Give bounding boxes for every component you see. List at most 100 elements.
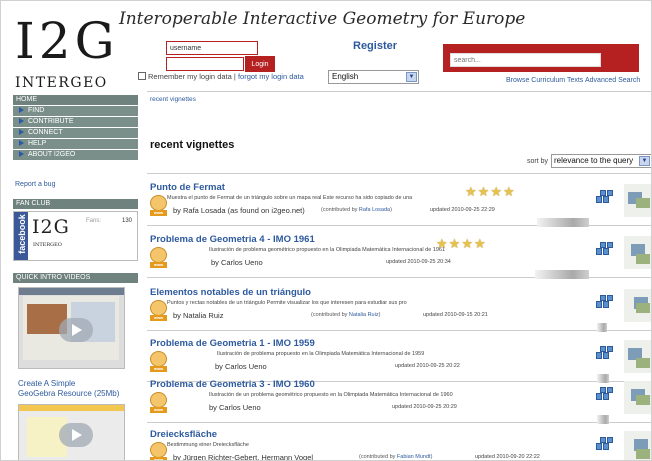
contributor-link[interactable]: Rafa Losada: [359, 207, 390, 213]
remember-label[interactable]: Remember my login data: [148, 72, 232, 81]
resource-thumbnail[interactable]: [624, 289, 651, 322]
resource-thumbnail[interactable]: [624, 431, 651, 460]
quality-bar: [597, 323, 607, 332]
username-input[interactable]: [166, 41, 258, 55]
updated-date: 2010-09-15 20:21: [444, 312, 488, 318]
cluster-block: [596, 196, 602, 203]
nav-item[interactable]: CONNECT: [13, 128, 138, 138]
nav-item[interactable]: HOME: [13, 95, 138, 105]
contributed-label: (contributed by: [311, 312, 348, 318]
resource-thumbnail[interactable]: [624, 184, 651, 217]
play-icon[interactable]: [59, 423, 93, 447]
updated-label: updated: [475, 454, 495, 460]
cluster-block: [596, 393, 602, 400]
star-icon[interactable]: ★: [503, 184, 516, 199]
site-logo[interactable]: I2G: [15, 11, 119, 71]
cluster-block: [607, 190, 613, 196]
www-label: www: [150, 407, 167, 413]
report-bug-link[interactable]: Report a bug: [15, 181, 55, 188]
result-updated: updated 2010-09-20 22:22: [475, 454, 540, 460]
quality-bar: [535, 270, 589, 279]
star-icon[interactable]: ★: [474, 236, 487, 251]
cluster-block: [603, 301, 609, 308]
language-select[interactable]: English ▼: [328, 70, 419, 84]
cluster-block: [600, 190, 606, 196]
cluster-block: [603, 393, 609, 400]
cluster-blocks-icon[interactable]: [596, 346, 614, 360]
thumbnail-shape: [636, 254, 650, 264]
breadcrumb[interactable]: recent vignettes: [150, 96, 196, 103]
fan-club-box[interactable]: facebook I2G INTERGEO Fans: 130: [13, 211, 138, 261]
star-icon[interactable]: ★: [436, 236, 449, 251]
result-author: by Rafa Losada (as found on i2geo.net): [173, 206, 305, 215]
contributed-close: ): [390, 207, 392, 213]
result-title-link[interactable]: Problema de Geometria 3 - IMO 1960: [150, 379, 315, 390]
play-icon[interactable]: [59, 318, 93, 342]
thumbnail-shape: [636, 358, 650, 368]
video-caption-link[interactable]: Create A Simple GeoGebra Resource (25Mb): [18, 379, 119, 399]
result-title-link[interactable]: Problema de Geometria 1 - IMO 1959: [150, 338, 315, 349]
browse-curriculum-link[interactable]: Browse Curriculum Texts: [506, 77, 583, 84]
star-rating[interactable]: ★★★★: [465, 184, 516, 200]
result-updated: updated 2010-09-25 20:29: [392, 404, 457, 410]
cluster-block: [603, 352, 609, 359]
advanced-search-link[interactable]: Advanced Search: [585, 77, 640, 84]
intro-video-thumbnail[interactable]: [18, 287, 125, 369]
result-author: by Carlos Ueno: [215, 362, 267, 371]
cluster-blocks-icon[interactable]: [596, 242, 614, 256]
updated-date: 2010-09-20 22:22: [496, 454, 540, 460]
updated-label: updated: [395, 363, 415, 369]
nav-item[interactable]: FIND: [13, 106, 138, 116]
fan-club-logo-word: INTERGEO: [33, 242, 62, 248]
star-icon[interactable]: ★: [478, 184, 491, 199]
result-title-link[interactable]: Problema de Geometria 4 - IMO 1961: [150, 234, 315, 245]
contributed-close: ): [378, 312, 381, 318]
star-icon[interactable]: ★: [461, 236, 474, 251]
facebook-logo[interactable]: facebook: [14, 212, 28, 260]
cluster-blocks-icon[interactable]: [596, 437, 614, 451]
contributor-link[interactable]: Fabian Mundt: [397, 454, 431, 460]
resource-thumbnail[interactable]: [624, 236, 651, 269]
fan-club-header: FAN CLUB: [13, 199, 138, 209]
chevron-down-icon[interactable]: ▼: [406, 72, 417, 82]
sort-select[interactable]: relevance to the query ▼: [551, 154, 651, 168]
updated-label: updated: [386, 259, 406, 265]
register-link[interactable]: Register: [353, 40, 397, 52]
result-title-link[interactable]: Dreiecksfläche: [150, 429, 217, 440]
contributor-link[interactable]: Natalia Ruiz: [349, 312, 379, 318]
sort-label: sort by: [527, 158, 549, 165]
cluster-blocks-icon[interactable]: [596, 190, 614, 204]
star-icon[interactable]: ★: [449, 236, 462, 251]
result-contributed-by: (contributed by Fabian Mundt): [359, 454, 432, 460]
cluster-block: [596, 352, 602, 359]
resource-thumbnail[interactable]: [624, 340, 651, 373]
geogebra-video-thumbnail[interactable]: [18, 404, 125, 460]
cluster-blocks-icon[interactable]: [596, 387, 614, 401]
login-button[interactable]: Login: [245, 56, 275, 72]
cluster-block: [607, 346, 613, 352]
nav-item[interactable]: ABOUT I2GEO: [13, 150, 138, 160]
search-input[interactable]: [450, 53, 601, 67]
thumbnail-shape: [636, 198, 650, 208]
nav-item[interactable]: HELP: [13, 139, 138, 149]
remember-checkbox[interactable]: [138, 72, 146, 80]
result-title-link[interactable]: Punto de Fermat: [150, 182, 225, 193]
globe-icon: [150, 392, 167, 408]
nav-item[interactable]: CONTRIBUTE: [13, 117, 138, 127]
result-updated: updated 2010-09-25 22:29: [430, 207, 495, 213]
result-description: Puntos y rectas notables de un triángulo…: [167, 300, 407, 306]
chevron-down-icon[interactable]: ▼: [639, 156, 650, 166]
password-input[interactable]: [166, 57, 244, 71]
quick-intro-videos-header: QUICK INTRO VIDEOS: [13, 273, 138, 283]
result-item: Problema de Geometria 4 - IMO 1961 www Ilu…: [147, 230, 651, 279]
star-icon[interactable]: ★: [465, 184, 478, 199]
forgot-login-link[interactable]: forgot my login data: [238, 72, 304, 81]
cluster-block: [600, 295, 606, 301]
resource-thumbnail[interactable]: [624, 381, 651, 414]
cluster-blocks-icon[interactable]: [596, 295, 614, 309]
result-title-link[interactable]: Elementos notables de un triángulo: [150, 287, 311, 298]
star-rating[interactable]: ★★★★: [436, 236, 487, 252]
star-icon[interactable]: ★: [490, 184, 503, 199]
result-author: by Natalia Ruiz: [173, 311, 224, 320]
result-item: Punto de Fermat www Muestra el punto de Fe…: [147, 178, 651, 227]
